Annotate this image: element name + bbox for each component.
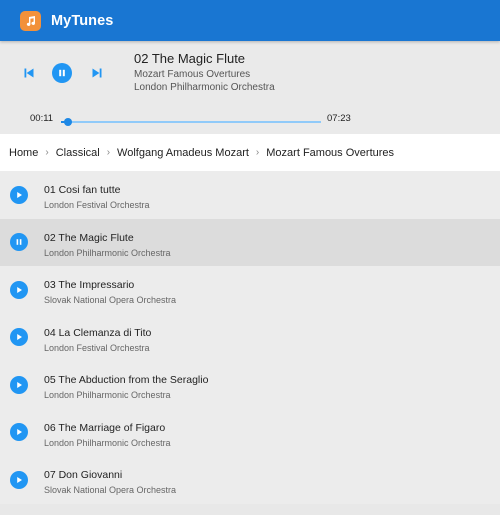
track-title: 04 La Clemanza di Tito <box>44 326 152 339</box>
play-icon[interactable] <box>10 423 28 442</box>
track-row[interactable]: 01 Cosi fan tutte London Festival Orches… <box>0 171 500 219</box>
breadcrumb: Home › Classical › Wolfgang Amadeus Moza… <box>0 134 500 171</box>
breadcrumb-artist[interactable]: Wolfgang Amadeus Mozart <box>117 147 249 159</box>
play-icon[interactable] <box>10 375 28 394</box>
player-panel: 02 The Magic Flute Mozart Famous Overtur… <box>0 41 500 134</box>
app-title: MyTunes <box>51 12 114 29</box>
track-row[interactable]: 03 The Impressario Slovak National Opera… <box>0 266 500 314</box>
breadcrumb-album[interactable]: Mozart Famous Overtures <box>266 147 394 159</box>
current-time: 00:11 <box>30 113 54 124</box>
pause-icon[interactable] <box>52 63 72 83</box>
breadcrumb-separator-icon: › <box>45 147 49 158</box>
play-icon[interactable] <box>10 280 28 299</box>
pause-icon[interactable] <box>10 233 28 252</box>
track-artist: Slovak National Opera Orchestra <box>44 295 177 305</box>
seek-track <box>61 121 321 123</box>
track-artist: London Philharmonic Orchestra <box>44 437 171 448</box>
track-title: 01 Cosi fan tutte <box>44 184 121 196</box>
track-row[interactable]: 06 The Marriage of Figaro London Philhar… <box>0 409 500 457</box>
track-artist: London Festival Orchestra <box>44 200 150 210</box>
skip-next-icon[interactable] <box>88 64 106 82</box>
track-title: 03 The Impressario <box>44 279 135 291</box>
track-artist: London Philharmonic Orchestra <box>44 247 171 258</box>
track-list: 01 Cosi fan tutte London Festival Orches… <box>0 171 500 504</box>
track-artist: London Festival Orchestra <box>44 342 150 353</box>
now-playing-album: Mozart Famous Overtures <box>134 69 251 80</box>
track-row[interactable]: 07 Don Giovanni Slovak National Opera Or… <box>0 456 500 504</box>
music-note-icon <box>20 10 41 31</box>
play-icon[interactable] <box>10 328 28 347</box>
track-row[interactable]: 02 The Magic Flute London Philharmonic O… <box>0 218 500 266</box>
seek-slider[interactable] <box>61 117 321 127</box>
breadcrumb-home[interactable]: Home <box>9 147 38 159</box>
skip-previous-icon[interactable] <box>20 64 38 82</box>
total-time: 07:23 <box>327 113 351 124</box>
play-icon[interactable] <box>10 185 28 204</box>
now-playing-artist: London Philharmonic Orchestra <box>134 82 275 93</box>
app-bar: MyTunes <box>0 0 500 41</box>
track-title: 07 Don Giovanni <box>44 469 123 481</box>
track-title: 02 The Magic Flute <box>44 231 134 244</box>
track-artist: Slovak National Opera Orchestra <box>44 485 177 495</box>
now-playing-title: 02 The Magic Flute <box>134 51 246 66</box>
app-root: MyTunes 02 The Magic Flute Mozart Famous… <box>0 0 500 515</box>
track-title: 06 The Marriage of Figaro <box>44 421 166 434</box>
breadcrumb-separator-icon: › <box>255 147 260 158</box>
seek-thumb[interactable] <box>63 118 72 126</box>
track-row[interactable]: 04 La Clemanza di Tito London Festival O… <box>0 314 500 362</box>
breadcrumb-genre[interactable]: Classical <box>56 147 100 159</box>
track-artist: London Philharmonic Orchestra <box>44 390 171 400</box>
track-row[interactable]: 05 The Abduction from the Seraglio Londo… <box>0 361 500 409</box>
play-icon[interactable] <box>10 470 28 489</box>
breadcrumb-separator-icon: › <box>106 147 111 158</box>
track-title: 05 The Abduction from the Seraglio <box>44 374 209 386</box>
